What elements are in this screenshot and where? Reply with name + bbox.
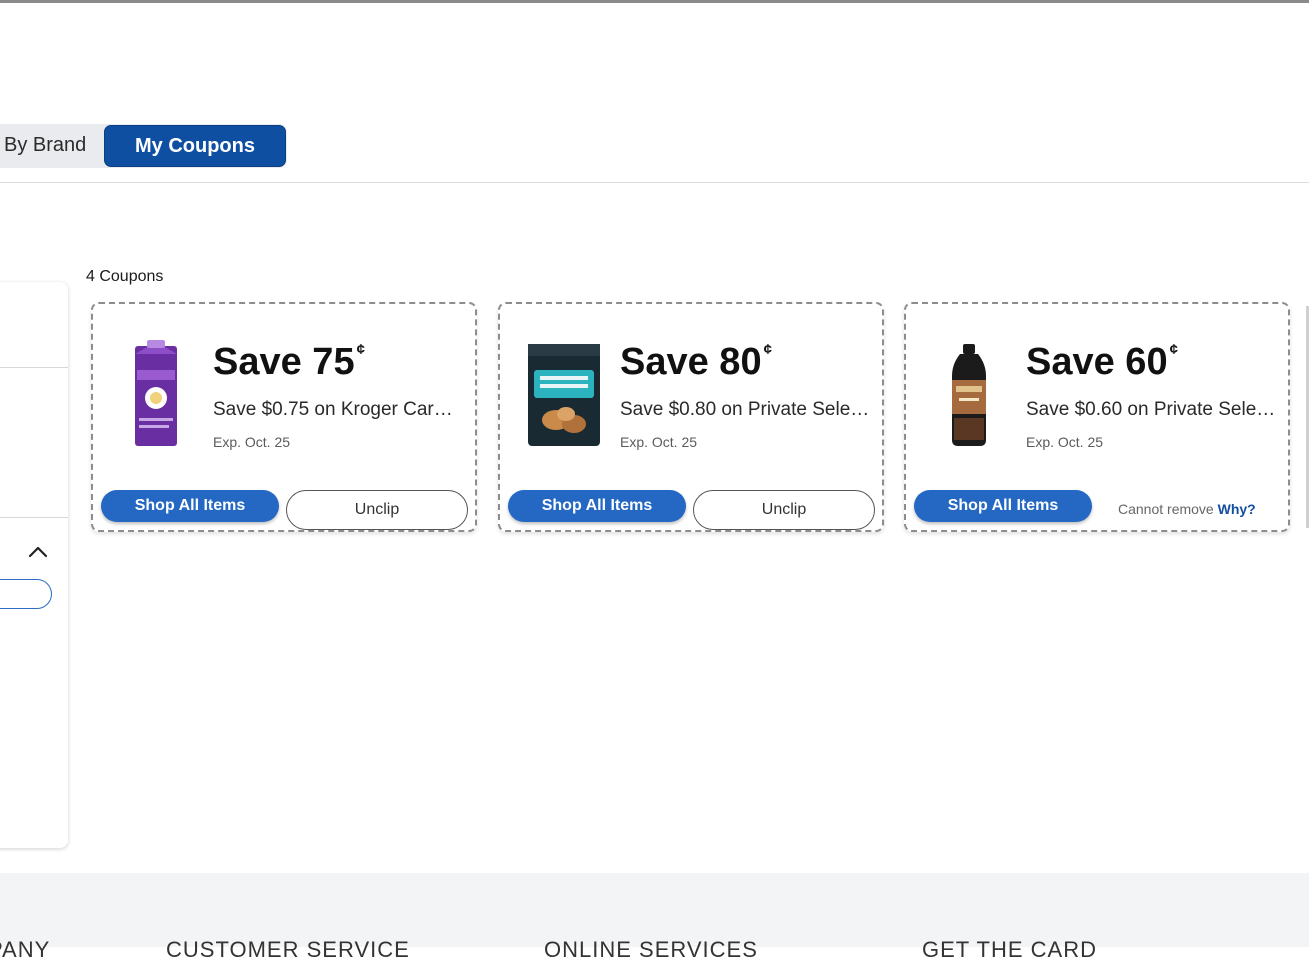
footer-heading-get-the-card: GET THE CARD (922, 937, 1097, 962)
sidebar-divider (0, 367, 68, 368)
unclip-button[interactable]: Unclip (693, 490, 875, 530)
filter-search-input[interactable] (0, 579, 52, 609)
coupon-view-tabs: By Brand My Coupons (0, 124, 287, 168)
why-link[interactable]: Why? (1218, 501, 1256, 517)
product-image (135, 340, 177, 446)
coupon-amount: Save 60 ¢ (1026, 341, 1178, 383)
coupon-description: Save $0.60 on Private Selection Chocolat… (1026, 399, 1276, 420)
shop-all-items-button[interactable]: Shop All Items (914, 490, 1092, 522)
coupon-card: Save 75¢ Save $0.75 on Kroger CarbMaster… (91, 302, 477, 532)
footer-heading-company: PANY (0, 937, 51, 962)
shop-all-items-button[interactable]: Shop All Items (101, 490, 279, 522)
chevron-up-icon[interactable] (26, 540, 50, 564)
product-image (528, 344, 600, 446)
coupon-amount: Save 75 ¢ (213, 341, 365, 383)
sidebar-divider (0, 517, 68, 518)
footer: PANY CUSTOMER SERVICE ONLINE SERVICES GE… (0, 873, 1309, 962)
coupon-description: Save $0.75 on Kroger CarbMaster Vanilla … (213, 399, 463, 420)
footer-heading-online-services: ONLINE SERVICES (544, 937, 758, 962)
shop-all-items-button[interactable]: Shop All Items (508, 490, 686, 522)
coupon-card: Save 60¢ Save $0.60 on Private Selection… (904, 302, 1290, 532)
tab-by-brand[interactable]: By Brand (4, 134, 86, 157)
coupon-expiry: Exp. Oct. 25 (1026, 434, 1104, 450)
unclip-button[interactable]: Unclip (286, 490, 468, 530)
coupon-card: Save 80¢ Save $0.80 on Private Selection… (498, 302, 884, 532)
coupons-count: 4 Coupons (86, 268, 164, 285)
top-border (0, 0, 1309, 3)
coupon-description: Save $0.80 on Private Selection Caramel … (620, 399, 870, 420)
footer-heading-customer-service: CUSTOMER SERVICE (166, 937, 410, 962)
filter-sidebar (0, 282, 68, 848)
cannot-remove-note: Cannot remove Why? (1118, 501, 1256, 517)
product-image (952, 344, 986, 446)
coupon-expiry: Exp. Oct. 25 (620, 434, 698, 450)
tab-my-coupons[interactable]: My Coupons (104, 125, 286, 167)
coupon-amount: Save 80 ¢ (620, 341, 772, 383)
header-divider (0, 182, 1309, 183)
coupon-expiry: Exp. Oct. 25 (213, 434, 291, 450)
